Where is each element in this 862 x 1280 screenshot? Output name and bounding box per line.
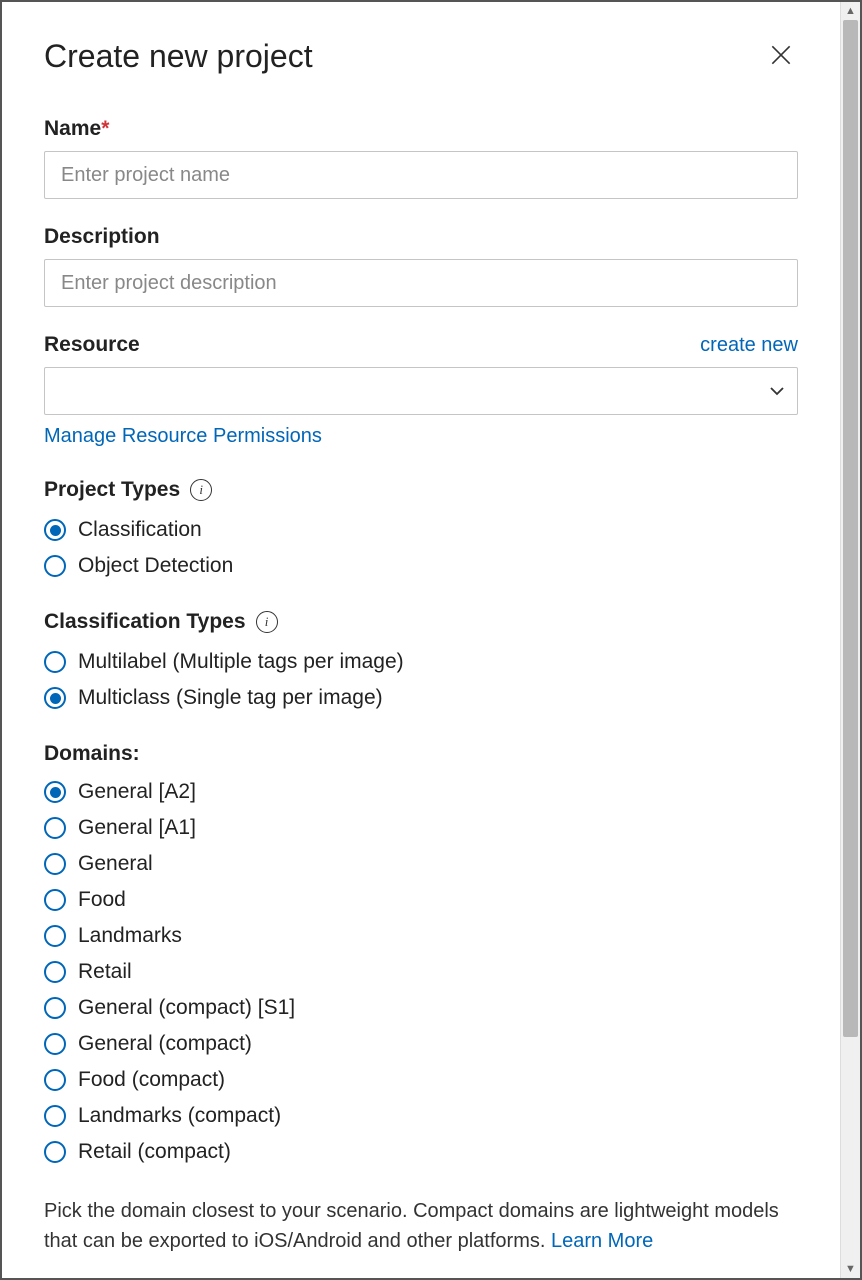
radio-button[interactable] (44, 889, 66, 911)
radio-button[interactable] (44, 555, 66, 577)
domain-option[interactable]: Food (compact) (44, 1066, 798, 1094)
domain-option[interactable]: General (compact) (44, 1030, 798, 1058)
resource-select[interactable] (44, 367, 798, 415)
radio-label: General (compact) (78, 1032, 252, 1056)
radio-button[interactable] (44, 781, 66, 803)
domain-option[interactable]: Retail (compact) (44, 1138, 798, 1166)
close-icon (768, 42, 794, 68)
radio-button[interactable] (44, 997, 66, 1019)
radio-label: Landmarks (78, 924, 182, 948)
domain-option[interactable]: General (compact) [S1] (44, 994, 798, 1022)
name-label-text: Name (44, 117, 101, 140)
description-input[interactable] (44, 259, 798, 307)
close-button[interactable] (764, 38, 798, 77)
domains-help-text: Pick the domain closest to your scenario… (44, 1196, 798, 1256)
resource-label-row: Resource create new (44, 333, 798, 357)
project-types-header: Project Types i (44, 478, 798, 502)
classification-types-title: Classification Types (44, 610, 246, 634)
classification-types-header: Classification Types i (44, 610, 798, 634)
radio-button[interactable] (44, 817, 66, 839)
dialog-header: Create new project (44, 38, 798, 77)
name-label: Name* (44, 117, 798, 141)
description-group: Description (44, 225, 798, 307)
radio-label: General [A1] (78, 816, 196, 840)
radio-label: General (78, 852, 153, 876)
radio-button[interactable] (44, 961, 66, 983)
domain-option[interactable]: Retail (44, 958, 798, 986)
radio-button[interactable] (44, 1141, 66, 1163)
classification-types-list: Multilabel (Multiple tags per image) Mult… (44, 648, 798, 712)
radio-label: General (compact) [S1] (78, 996, 295, 1020)
scroll-thumb[interactable] (843, 20, 858, 1037)
create-project-dialog: Create new project Name* Description Res… (0, 0, 862, 1280)
info-icon[interactable]: i (190, 479, 212, 501)
domain-option[interactable]: General [A1] (44, 814, 798, 842)
project-types-list: Classification Object Detection (44, 516, 798, 580)
classification-type-option[interactable]: Multilabel (Multiple tags per image) (44, 648, 798, 676)
name-input[interactable] (44, 151, 798, 199)
description-label: Description (44, 225, 798, 249)
dialog-content: Create new project Name* Description Res… (2, 2, 840, 1278)
domain-option[interactable]: Food (44, 886, 798, 914)
radio-button[interactable] (44, 925, 66, 947)
radio-label: Retail (78, 960, 132, 984)
radio-label: Food (78, 888, 126, 912)
radio-label: Landmarks (compact) (78, 1104, 281, 1128)
required-indicator: * (101, 117, 109, 140)
project-type-option[interactable]: Object Detection (44, 552, 798, 580)
domains-title: Domains: (44, 742, 798, 766)
info-icon[interactable]: i (256, 611, 278, 633)
create-resource-link[interactable]: create new (700, 334, 798, 357)
scrollbar[interactable]: ▲ ▼ (840, 2, 860, 1278)
resource-select-wrapper (44, 367, 798, 415)
name-group: Name* (44, 117, 798, 199)
learn-more-link[interactable]: Learn More (551, 1230, 653, 1252)
radio-button[interactable] (44, 853, 66, 875)
radio-button[interactable] (44, 1105, 66, 1127)
domain-option[interactable]: General [A2] (44, 778, 798, 806)
domain-option[interactable]: Landmarks (compact) (44, 1102, 798, 1130)
resource-label: Resource (44, 333, 140, 357)
radio-button[interactable] (44, 519, 66, 541)
domains-list: General [A2] General [A1] General Food Landm… (44, 778, 798, 1166)
radio-button[interactable] (44, 1033, 66, 1055)
project-types-title: Project Types (44, 478, 180, 502)
radio-button[interactable] (44, 687, 66, 709)
domain-option[interactable]: Landmarks (44, 922, 798, 950)
resource-group: Resource create new Manage Resource Perm… (44, 333, 798, 448)
radio-label: Food (compact) (78, 1068, 225, 1092)
radio-label: Multilabel (Multiple tags per image) (78, 650, 404, 674)
radio-label: Multiclass (Single tag per image) (78, 686, 383, 710)
radio-button[interactable] (44, 651, 66, 673)
radio-label: Classification (78, 518, 202, 542)
help-text-body: Pick the domain closest to your scenario… (44, 1200, 779, 1252)
radio-button[interactable] (44, 1069, 66, 1091)
radio-label: Retail (compact) (78, 1140, 231, 1164)
scroll-track[interactable] (841, 20, 860, 1260)
manage-permissions-link[interactable]: Manage Resource Permissions (44, 425, 322, 448)
project-type-option[interactable]: Classification (44, 516, 798, 544)
domain-option[interactable]: General (44, 850, 798, 878)
dialog-title: Create new project (44, 38, 313, 75)
scroll-down-arrow-icon[interactable]: ▼ (842, 1260, 860, 1278)
radio-label: General [A2] (78, 780, 196, 804)
radio-label: Object Detection (78, 554, 233, 578)
classification-type-option[interactable]: Multiclass (Single tag per image) (44, 684, 798, 712)
scroll-up-arrow-icon[interactable]: ▲ (842, 2, 860, 20)
